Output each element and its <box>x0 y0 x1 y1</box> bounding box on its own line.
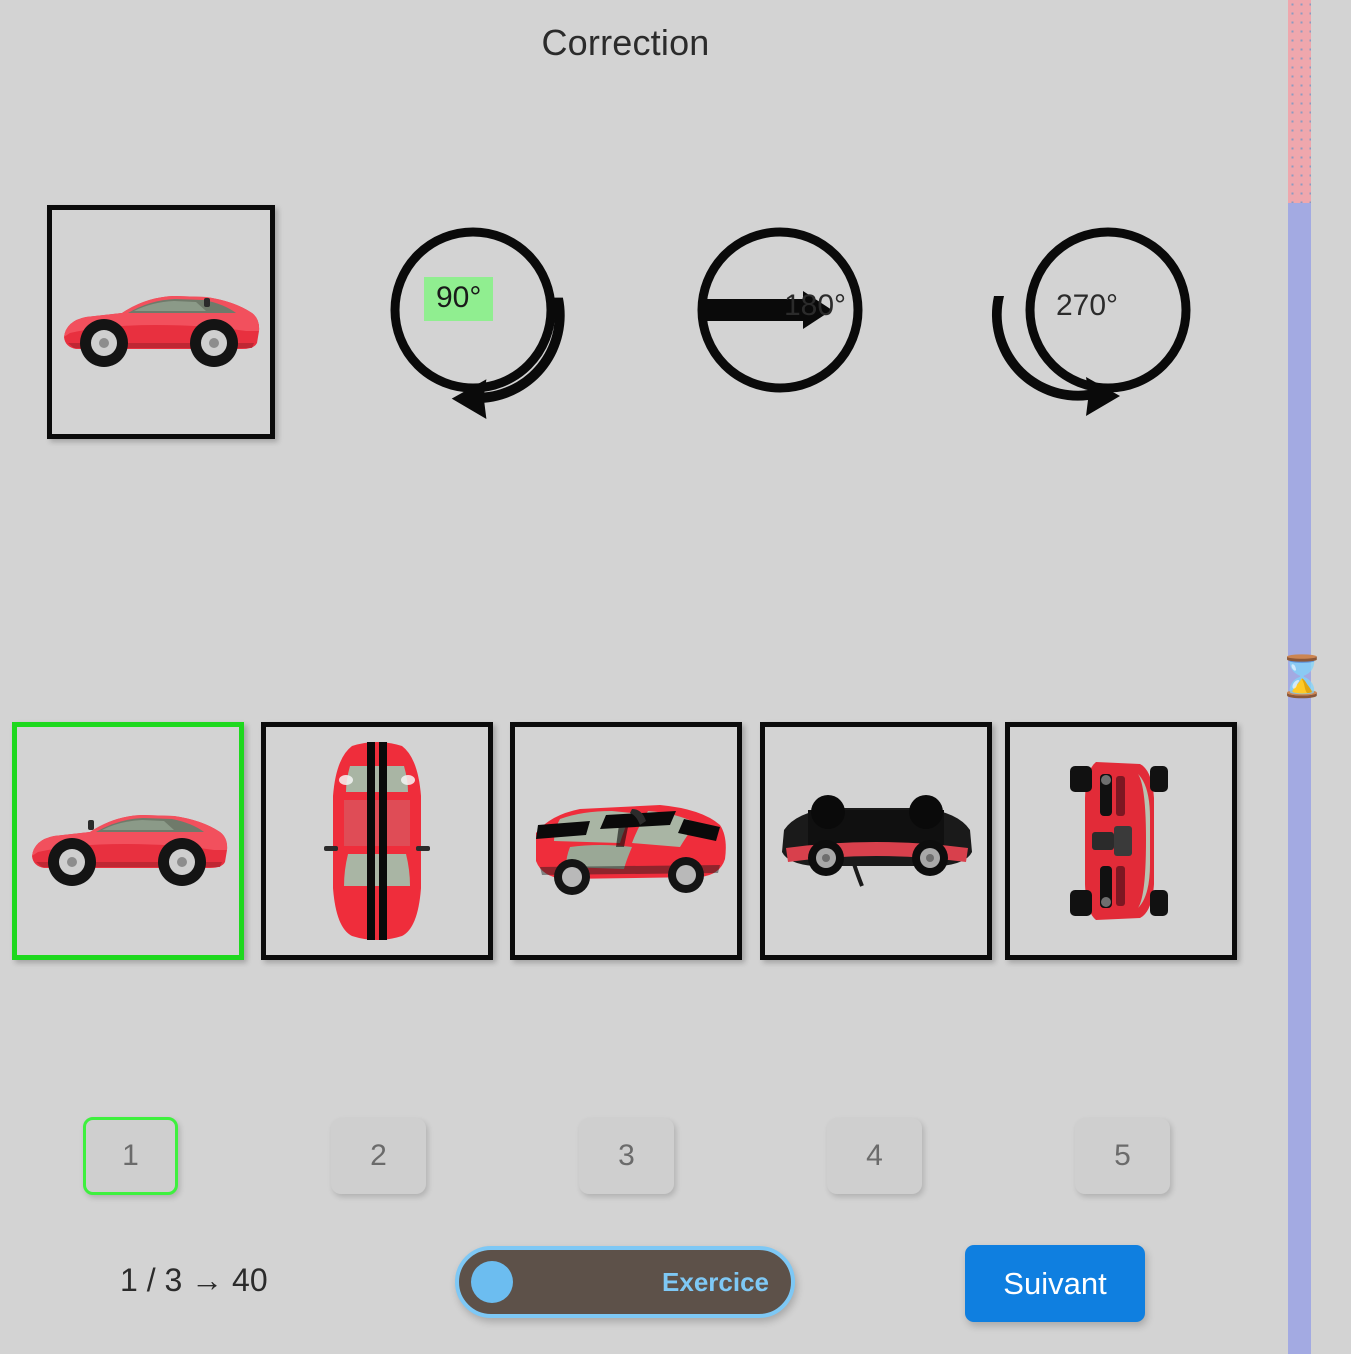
exercise-mode-toggle[interactable]: Exercice <box>455 1246 795 1318</box>
rotate-180-label: 180° <box>784 289 847 322</box>
num-button-1[interactable]: 1 <box>83 1117 178 1195</box>
num-button-4[interactable]: 4 <box>827 1118 922 1194</box>
progress-segment-elapsed <box>1288 0 1311 203</box>
num-button-3[interactable]: 3 <box>579 1118 674 1194</box>
option-car-underside[interactable] <box>760 722 992 960</box>
num-button-2-label: 2 <box>370 1139 387 1172</box>
rotate-90-icon <box>390 227 565 420</box>
page-title: Correction <box>541 22 710 63</box>
option-3-illustration <box>536 805 726 895</box>
reference-image-frame <box>47 205 275 439</box>
option-car-side-view[interactable] <box>12 722 244 960</box>
rotate-270-label: 270° <box>1056 289 1119 322</box>
toggle-label: Exercice <box>662 1266 769 1297</box>
progress-counter: 1 / 3 → 40 <box>120 1262 268 1298</box>
option-5-illustration <box>1070 762 1168 920</box>
num-button-3-label: 3 <box>618 1139 635 1172</box>
num-button-5[interactable]: 5 <box>1075 1118 1170 1194</box>
option-car-rear-rotated[interactable] <box>1005 722 1237 960</box>
exercise-screen: Correction 90° 180° 270° 1 2 3 4 5 1 / 3… <box>0 0 1351 1354</box>
num-button-1-label: 1 <box>122 1139 139 1172</box>
num-button-4-label: 4 <box>866 1139 883 1172</box>
progress-segment-remaining <box>1288 203 1311 1354</box>
num-button-5-label: 5 <box>1114 1139 1131 1172</box>
option-car-three-quarter[interactable] <box>510 722 742 960</box>
answer-options-row <box>12 722 1244 960</box>
toggle-knob[interactable] <box>471 1261 513 1303</box>
num-button-2[interactable]: 2 <box>331 1118 426 1194</box>
rotate-90-label: 90° <box>424 277 494 321</box>
rotate-180-icon <box>697 227 863 393</box>
prompt-row: 90° 180° 270° <box>0 205 1251 455</box>
rotate-270-icon <box>991 227 1191 416</box>
hourglass-icon: ⌛ <box>1277 655 1327 699</box>
option-2-illustration <box>324 742 430 940</box>
rotate-90-option[interactable]: 90° <box>370 213 620 433</box>
rotate-180-option[interactable]: 180° <box>680 213 930 433</box>
next-button[interactable]: Suivant <box>965 1245 1145 1322</box>
option-1-illustration <box>32 815 228 886</box>
answer-number-pad: 1 2 3 4 5 <box>83 1117 1203 1200</box>
reference-car-side-view-illustration <box>64 296 260 367</box>
option-car-top-view[interactable] <box>261 722 493 960</box>
option-4-illustration <box>782 795 972 887</box>
rotate-270-option[interactable]: 270° <box>980 213 1230 433</box>
